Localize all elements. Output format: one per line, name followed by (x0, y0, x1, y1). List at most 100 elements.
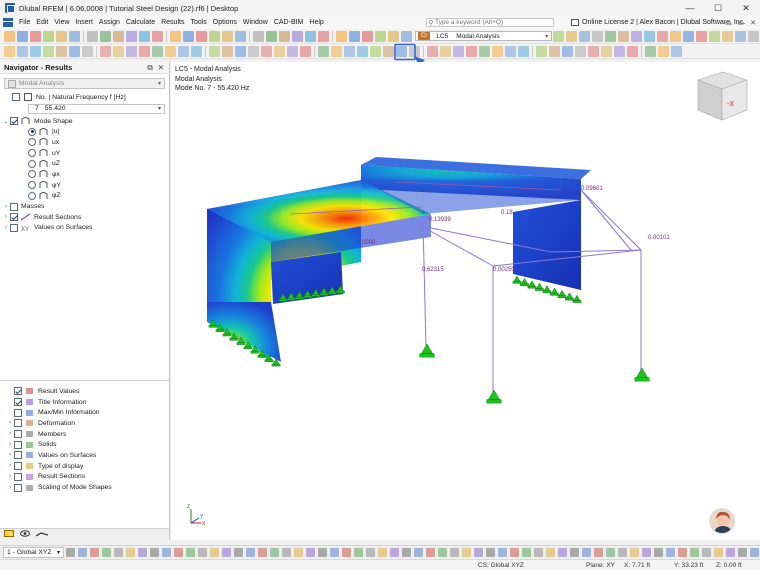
close-doc-icon[interactable]: ✕ (750, 19, 756, 27)
checkbox[interactable] (10, 213, 18, 222)
radio-button[interactable] (28, 170, 36, 179)
menu-results[interactable]: Results (158, 16, 187, 29)
toolbar-button-icon[interactable] (658, 45, 669, 57)
toolbar-button-icon[interactable] (17, 45, 28, 57)
checkbox[interactable] (14, 430, 22, 439)
toolbar-button-icon[interactable] (683, 30, 695, 42)
toolbar-button-icon[interactable] (235, 45, 246, 57)
view-tool-button-icon[interactable] (401, 548, 411, 557)
toolbar-button-icon[interactable] (601, 45, 612, 57)
menu-tools[interactable]: Tools (187, 16, 209, 29)
view-tool-button-icon[interactable] (269, 548, 279, 557)
view-tool-button-icon[interactable] (65, 548, 75, 557)
toolbar-button-icon[interactable] (575, 45, 586, 57)
load-case-select[interactable]: Cr LC5 Modal Analysis ▾ (415, 31, 553, 41)
checkbox[interactable] (14, 483, 22, 492)
checkbox[interactable] (10, 223, 18, 232)
toolbar-button-icon[interactable] (549, 45, 560, 57)
toolbar-button-icon[interactable] (196, 30, 207, 42)
toolbar-button-icon[interactable] (709, 30, 721, 42)
toolbar-button-icon[interactable] (344, 45, 355, 57)
radio-button[interactable] (28, 191, 36, 200)
view-tool-button-icon[interactable] (281, 548, 291, 557)
view-tool-button-icon[interactable] (161, 548, 171, 557)
view-tool-button-icon[interactable] (473, 548, 483, 557)
data-tab-icon[interactable] (4, 529, 14, 540)
result-type-combo[interactable]: Modal Analysis ▾ (4, 78, 165, 89)
nav-item-masses[interactable]: › Masses (0, 201, 169, 212)
radio-button[interactable] (28, 138, 36, 147)
view-tool-button-icon[interactable] (545, 548, 555, 557)
toolbar-button-icon[interactable] (566, 30, 578, 42)
view-tool-button-icon[interactable] (101, 548, 111, 557)
mode-shape-option[interactable]: |u| (0, 126, 169, 137)
toolbar-button-icon[interactable] (139, 30, 150, 42)
keyword-search[interactable]: ⚲ (426, 18, 554, 27)
view-tool-button-icon[interactable] (665, 548, 675, 557)
view-tool-button-icon[interactable] (593, 548, 603, 557)
view-tool-button-icon[interactable] (725, 548, 735, 557)
toolbar-button-icon[interactable] (588, 45, 599, 57)
view-tool-button-icon[interactable] (77, 548, 87, 557)
toolbar-button-icon[interactable] (139, 45, 150, 57)
close-button[interactable]: ✕ (732, 0, 760, 16)
view-tool-button-icon[interactable] (581, 548, 591, 557)
toolbar-button-icon[interactable] (305, 30, 316, 42)
view-tool-button-icon[interactable] (749, 548, 759, 557)
toolbar-button-icon[interactable] (671, 45, 682, 57)
toolbar-button-icon[interactable] (427, 45, 438, 57)
checkbox[interactable] (14, 451, 22, 460)
toolbar-button-icon[interactable] (4, 30, 15, 42)
pin-icon[interactable]: ⧉ (147, 63, 152, 73)
maximize-button[interactable]: ☐ (704, 0, 732, 16)
view-tool-button-icon[interactable] (533, 548, 543, 557)
display-option-item[interactable]: Title Information (0, 397, 169, 408)
view-tool-button-icon[interactable] (317, 548, 327, 557)
menu-view[interactable]: View (51, 16, 72, 29)
checkbox[interactable] (14, 462, 22, 471)
toolbar-button-icon[interactable] (349, 30, 360, 42)
collapse-icon[interactable]: ⌄ (2, 118, 10, 125)
toolbar-button-icon[interactable] (287, 45, 298, 57)
view-tool-button-icon[interactable] (113, 548, 123, 557)
view-tool-button-icon[interactable] (497, 548, 507, 557)
toolbar-button-icon[interactable] (170, 30, 181, 42)
mode-shape-option[interactable]: φZ (0, 191, 169, 202)
toolbar-button-icon[interactable] (69, 30, 80, 42)
view-tool-button-icon[interactable] (449, 548, 459, 557)
toolbar-button-icon[interactable] (222, 45, 233, 57)
toolbar-button-icon[interactable] (222, 30, 233, 42)
toolbar-button-icon[interactable] (43, 30, 54, 42)
checkbox[interactable] (14, 408, 22, 417)
display-option-item[interactable]: › Scaling of Mode Shapes (0, 482, 169, 493)
minimize-button[interactable]: — (676, 0, 704, 16)
view-tool-button-icon[interactable] (125, 548, 135, 557)
view-tool-button-icon[interactable] (569, 548, 579, 557)
toolbar-button-icon[interactable] (631, 30, 643, 42)
checkbox[interactable] (12, 93, 20, 102)
nav-item-mode-shape[interactable]: ⌄ Mode Shape (0, 116, 169, 127)
toolbar-button-icon[interactable] (388, 30, 399, 42)
toolbar-button-icon[interactable] (331, 45, 342, 57)
toolbar-button-icon[interactable] (644, 30, 656, 42)
menu-options[interactable]: Options (210, 16, 240, 29)
toolbar-button-icon[interactable] (579, 30, 591, 42)
view-tool-button-icon[interactable] (641, 548, 651, 557)
view-tool-button-icon[interactable] (257, 548, 267, 557)
toolbar-button-icon[interactable] (113, 45, 124, 57)
view-tool-button-icon[interactable] (437, 548, 447, 557)
toolbar-button-icon[interactable] (696, 30, 708, 42)
expand-icon[interactable]: › (6, 442, 14, 448)
radio-button[interactable] (28, 159, 36, 168)
toolbar-button-icon[interactable] (318, 45, 329, 57)
view-cube[interactable]: -X (697, 71, 748, 121)
toolbar-button-icon[interactable] (362, 30, 373, 42)
toolbar-button-icon[interactable] (56, 30, 67, 42)
toolbar-button-icon[interactable] (553, 30, 565, 42)
expand-icon[interactable]: › (2, 204, 10, 210)
display-option-item[interactable]: › Result Sections (0, 472, 169, 483)
toolbar-button-icon[interactable] (614, 45, 625, 57)
mode-shape-option[interactable]: uY (0, 148, 169, 159)
display-option-item[interactable]: › Values on Surfaces (0, 450, 169, 461)
view-tool-button-icon[interactable] (245, 548, 255, 557)
